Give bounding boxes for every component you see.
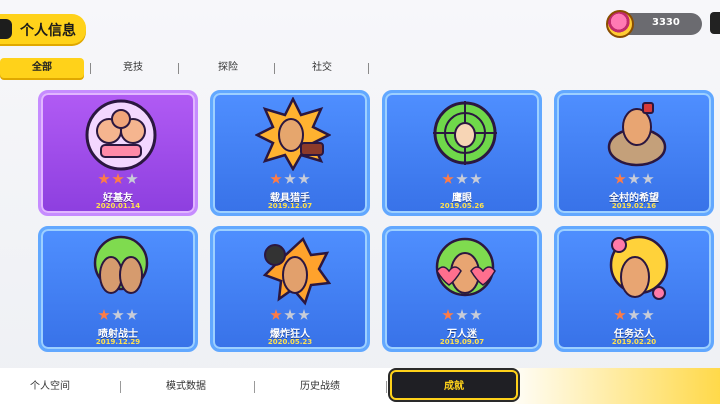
tab-all[interactable]: 全部	[0, 58, 84, 78]
achievement-date: 2019.05.26	[439, 202, 485, 210]
star-icon	[442, 173, 454, 184]
star-rating	[41, 309, 195, 321]
page-title-pill: 个人信息	[0, 14, 86, 44]
star-icon	[642, 173, 654, 184]
star-icon	[270, 309, 282, 320]
star-rating	[385, 309, 539, 321]
star-icon	[98, 173, 110, 184]
star-icon	[470, 309, 482, 320]
star-icon	[628, 173, 640, 184]
achievement-date: 2019.12.29	[95, 338, 141, 346]
star-rating	[557, 309, 711, 321]
vehicle-hunter-icon	[255, 97, 331, 171]
nav-divider	[120, 381, 121, 393]
star-icon	[284, 173, 296, 184]
star-icon	[126, 173, 138, 184]
achievement-date: 2019.09.07	[439, 338, 485, 346]
star-icon	[456, 173, 468, 184]
eagle-eye-scope-icon	[433, 101, 497, 165]
category-tabs: 全部 竞技 探险 社交	[0, 54, 440, 82]
mission-expert-icon	[609, 235, 669, 300]
nav-personal-space[interactable]: 个人空间	[0, 377, 100, 397]
star-icon	[126, 309, 138, 320]
top-bar: 个人信息 3330	[0, 0, 720, 48]
explosion-maniac-icon	[262, 236, 331, 306]
coin-balance: 3330	[606, 10, 702, 38]
star-icon	[470, 173, 482, 184]
achievement-card[interactable]: 喷射战士 2019.12.29	[38, 226, 198, 352]
star-icon	[642, 309, 654, 320]
star-icon	[442, 309, 454, 320]
star-icon	[298, 173, 310, 184]
nav-match-history[interactable]: 历史战绩	[270, 377, 370, 397]
star-icon	[614, 173, 626, 184]
achievement-card[interactable]: 鹰眼 2019.05.26	[382, 90, 542, 216]
achievement-date: 2019.02.16	[611, 202, 657, 210]
achievement-card[interactable]: 全村的希望 2019.02.16	[554, 90, 714, 216]
nav-mode-data[interactable]: 模式数据	[136, 377, 236, 397]
tab-divider	[274, 63, 275, 74]
achievement-card[interactable]: 好基友 2020.01.14	[38, 90, 198, 216]
star-icon	[298, 309, 310, 320]
achievement-card[interactable]: 爆炸狂人 2020.05.23	[210, 226, 370, 352]
achievement-date: 2020.05.23	[267, 338, 313, 346]
tab-divider	[90, 63, 91, 74]
heartthrob-icon	[435, 237, 496, 297]
star-icon	[112, 309, 124, 320]
nav-divider	[386, 381, 387, 393]
achievement-date: 2019.12.07	[267, 202, 313, 210]
star-icon	[98, 309, 110, 320]
star-icon	[270, 173, 282, 184]
village-hope-icon	[607, 102, 667, 167]
coin-value: 3330	[652, 17, 680, 28]
star-icon	[628, 309, 640, 320]
tab-adventure[interactable]: 探险	[190, 58, 266, 78]
star-icon	[614, 309, 626, 320]
tab-divider	[368, 63, 369, 74]
spray-warrior-icon	[93, 235, 149, 294]
star-rating	[213, 173, 367, 185]
achievement-card[interactable]: 任务达人 2019.02.20	[554, 226, 714, 352]
nav-achievements[interactable]: 成就	[390, 370, 518, 400]
star-rating	[41, 173, 195, 185]
star-icon	[112, 173, 124, 184]
tab-divider	[178, 63, 179, 74]
star-icon	[284, 309, 296, 320]
page-title: 个人信息	[20, 23, 76, 39]
menu-edge-icon[interactable]	[710, 12, 720, 34]
achievement-card[interactable]: 载具猎手 2019.12.07	[210, 90, 370, 216]
star-rating	[213, 309, 367, 321]
bottom-nav: 个人空间 模式数据 历史战绩 成就	[0, 368, 720, 404]
back-button[interactable]	[0, 19, 12, 39]
tab-competitive[interactable]: 竞技	[96, 58, 170, 78]
twin-fighters-icon	[85, 99, 157, 171]
nav-divider	[254, 381, 255, 393]
star-icon	[456, 309, 468, 320]
coin-icon	[606, 10, 634, 38]
achievement-grid: 好基友 2020.01.14 载具猎手 2019.12.07 鹰眼 2019.0…	[0, 90, 720, 360]
star-rating	[557, 173, 711, 185]
tab-social[interactable]: 社交	[284, 58, 360, 78]
star-rating	[385, 173, 539, 185]
achievement-date: 2020.01.14	[95, 202, 141, 210]
achievement-date: 2019.02.20	[611, 338, 657, 346]
achievement-card[interactable]: 万人迷 2019.09.07	[382, 226, 542, 352]
